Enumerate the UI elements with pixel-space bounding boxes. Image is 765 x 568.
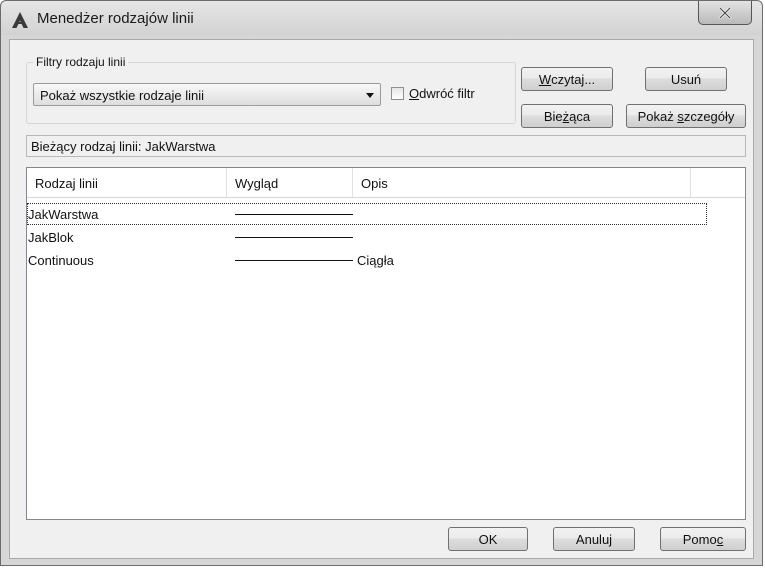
title-bar: Menedżer rodzajów linii bbox=[1, 1, 762, 39]
row-name: JakBlok bbox=[28, 230, 74, 245]
autocad-icon bbox=[12, 12, 28, 28]
help-button-label: Pomoc bbox=[682, 531, 724, 547]
invert-filter-label: Odwróć filtr bbox=[409, 86, 475, 101]
load-button[interactable]: Wczytaj... bbox=[521, 67, 613, 91]
row-name: Continuous bbox=[28, 253, 94, 268]
ok-button-label: OK bbox=[478, 531, 498, 547]
row-description: Ciągła bbox=[357, 253, 394, 268]
list-row-jakwarstwa[interactable]: JakWarstwa bbox=[27, 203, 707, 225]
checkbox-box[interactable] bbox=[391, 87, 404, 100]
linetype-filter-combo[interactable]: Pokaż wszystkie rodzaje linii bbox=[33, 83, 381, 106]
list-row-jakblok[interactable]: JakBlok bbox=[27, 226, 745, 248]
column-header-description[interactable]: Opis bbox=[353, 168, 691, 197]
chevron-down-icon bbox=[366, 93, 374, 98]
current-linetype-field: Bieżący rodzaj linii: JakWarstwa bbox=[26, 135, 746, 157]
delete-button[interactable]: Usuń bbox=[645, 67, 727, 91]
delete-button-label: Usuń bbox=[670, 71, 702, 87]
column-header-appearance[interactable]: Wygląd bbox=[227, 168, 353, 197]
invert-filter-checkbox[interactable]: Odwróć filtr bbox=[391, 86, 475, 101]
show-details-button[interactable]: Pokaż szczegóły bbox=[626, 104, 746, 128]
current-button[interactable]: Bieżąca bbox=[521, 104, 613, 128]
help-button[interactable]: Pomoc bbox=[660, 527, 746, 551]
list-row-continuous[interactable]: Continuous Ciągła bbox=[27, 249, 745, 271]
linetype-sample bbox=[235, 260, 353, 261]
list-header: Rodzaj linii Wygląd Opis bbox=[27, 168, 745, 198]
linetype-filters-group: Filtry rodzaju linii Pokaż wszystkie rod… bbox=[26, 55, 516, 124]
linetype-sample bbox=[235, 214, 353, 215]
filters-legend: Filtry rodzaju linii bbox=[33, 55, 129, 69]
ok-button[interactable]: OK bbox=[448, 527, 528, 551]
dialog-client: Filtry rodzaju linii Pokaż wszystkie rod… bbox=[9, 39, 754, 559]
linetype-manager-dialog: Menedżer rodzajów linii Filtry rodzaju l… bbox=[0, 0, 763, 566]
close-icon bbox=[718, 6, 732, 19]
current-button-label: Bieżąca bbox=[543, 108, 591, 124]
load-button-label: Wczytaj... bbox=[538, 71, 596, 87]
show-details-label: Pokaż szczegóły bbox=[637, 108, 735, 124]
close-button[interactable] bbox=[698, 1, 752, 25]
column-header-linetype[interactable]: Rodzaj linii bbox=[27, 168, 227, 197]
window-title: Menedżer rodzajów linii bbox=[37, 10, 194, 27]
filter-combo-value: Pokaż wszystkie rodzaje linii bbox=[40, 88, 205, 103]
linetype-sample bbox=[235, 237, 353, 238]
cancel-button-label: Anuluj bbox=[575, 531, 613, 547]
row-name: JakWarstwa bbox=[28, 207, 99, 222]
current-linetype-text: Bieżący rodzaj linii: JakWarstwa bbox=[31, 139, 216, 154]
cancel-button[interactable]: Anuluj bbox=[553, 527, 635, 551]
linetype-list[interactable]: Rodzaj linii Wygląd Opis JakWarstwa JakB… bbox=[26, 167, 746, 520]
